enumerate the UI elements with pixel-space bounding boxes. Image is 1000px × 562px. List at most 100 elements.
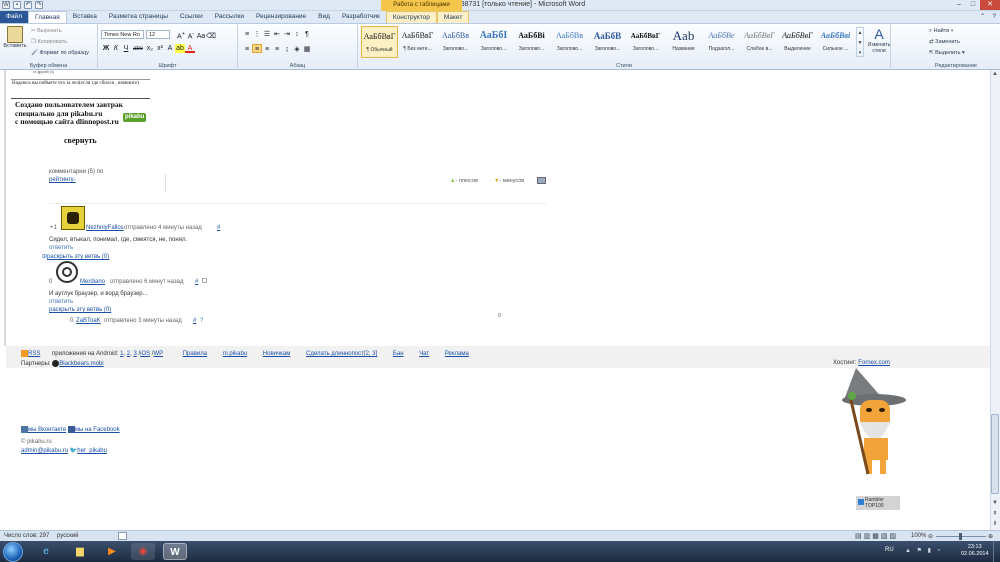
numbering-icon[interactable]: ⋮ bbox=[252, 30, 262, 39]
chat-link[interactable]: Чат bbox=[419, 351, 429, 357]
macro-record-icon[interactable] bbox=[118, 532, 127, 540]
shading-icon[interactable]: ◈ bbox=[292, 45, 302, 54]
style-heading-1[interactable]: АаБбВв Заголово... bbox=[437, 26, 474, 58]
tab-page-layout[interactable]: Разметка страницы bbox=[103, 11, 174, 23]
change-case-icon[interactable]: Aa bbox=[196, 32, 206, 41]
pilcrow-icon[interactable]: ¶ bbox=[302, 30, 312, 39]
input-language[interactable]: RU bbox=[885, 547, 894, 553]
prev-page-icon[interactable]: ⇞ bbox=[990, 510, 1000, 519]
rss-link[interactable]: RSS bbox=[28, 351, 40, 357]
minuses-filter[interactable]: ▼- минусов bbox=[494, 178, 524, 184]
word-count[interactable]: Число слов: 297 bbox=[4, 533, 49, 539]
tab-review[interactable]: Рецензирование bbox=[250, 11, 312, 23]
newbies-link[interactable]: Новичкам bbox=[263, 351, 291, 357]
ie-taskbar-icon[interactable]: e bbox=[34, 543, 58, 560]
expand-thread[interactable]: раскрыть эту ветвь (0) bbox=[49, 307, 111, 313]
font-color-icon[interactable]: A bbox=[185, 44, 195, 53]
chrome-taskbar-icon[interactable]: ◉ bbox=[131, 543, 155, 560]
tab-table-layout[interactable]: Макет bbox=[436, 11, 470, 23]
ribbon-minimize-icon[interactable]: ⌃ bbox=[977, 11, 988, 23]
vk-link[interactable]: мы Вконтакте bbox=[28, 427, 66, 433]
replace-button[interactable]: ⇄ Заменить bbox=[929, 39, 960, 45]
rules-link[interactable]: Правила bbox=[183, 351, 207, 357]
font-size-field[interactable]: 12 bbox=[146, 30, 170, 39]
increase-indent-icon[interactable]: ⇥ bbox=[282, 30, 292, 39]
tab-file[interactable]: Файл bbox=[0, 11, 28, 23]
underline-button[interactable]: Ч bbox=[121, 44, 131, 53]
tab-view[interactable]: Вид bbox=[312, 11, 336, 23]
word-taskbar-icon[interactable]: W bbox=[163, 543, 187, 560]
reply-link[interactable]: ответить bbox=[49, 245, 73, 251]
filter-image-icon[interactable] bbox=[537, 177, 546, 184]
style-heading-6[interactable]: АаБбВвГ Заголово... bbox=[627, 26, 664, 58]
comment-permalink[interactable]: # bbox=[217, 225, 220, 231]
longpost-numbers[interactable]: [2, 3] bbox=[364, 351, 377, 357]
tab-mailings[interactable]: Рассылки bbox=[209, 11, 250, 23]
ban-link[interactable]: Бан bbox=[393, 351, 404, 357]
style-emphasis[interactable]: АаБбВвГ Выделение bbox=[779, 26, 816, 58]
align-right-icon[interactable]: ≡ bbox=[262, 45, 272, 54]
explorer-taskbar-icon[interactable]: ▆ bbox=[68, 543, 92, 560]
ads-link[interactable]: Реклама bbox=[445, 351, 469, 357]
comment-author[interactable]: NezhniyFallos bbox=[86, 225, 124, 231]
android-app-1[interactable]: 1 bbox=[120, 351, 123, 357]
comment-permalink[interactable]: # bbox=[193, 318, 196, 324]
find-button[interactable]: ⌕ Найти ▾ bbox=[929, 28, 953, 35]
style-title[interactable]: Aab Название bbox=[665, 26, 702, 58]
partner-link[interactable]: Blackbears.mobi bbox=[59, 361, 103, 367]
email-link[interactable]: admin@pikabu.ru bbox=[21, 448, 68, 454]
avatar[interactable] bbox=[56, 261, 78, 283]
strikethrough-button[interactable]: abe bbox=[131, 45, 145, 54]
collapse-link[interactable]: свернуть bbox=[64, 136, 97, 145]
pluses-filter[interactable]: ▲- плюсов bbox=[450, 178, 478, 184]
style-normal[interactable]: АаБбВвГ ¶ Обычный bbox=[361, 26, 398, 58]
avatar[interactable] bbox=[61, 206, 85, 230]
facebook-link[interactable]: мы на Facebook bbox=[75, 427, 120, 433]
cut-button[interactable]: ✂ Вырезать bbox=[31, 28, 62, 34]
styles-scroll[interactable]: ▲ ▼ ▾ bbox=[856, 27, 864, 57]
next-page-icon[interactable]: ⇟ bbox=[990, 520, 1000, 529]
view-mode-icons[interactable]: ▤▥▦▧▨ bbox=[855, 532, 898, 540]
expand-thread[interactable]: ⊞раскрыть эту ветвь (0) bbox=[42, 253, 109, 260]
zoom-in-icon[interactable]: ⊕ bbox=[988, 533, 993, 540]
style-no-spacing[interactable]: АаБбВвГ ¶ Без инте... bbox=[399, 26, 436, 58]
comment-checkbox-icon[interactable] bbox=[202, 278, 207, 283]
start-button[interactable] bbox=[3, 542, 23, 562]
comment-permalink[interactable]: # bbox=[195, 279, 198, 285]
paste-button[interactable]: Вставить bbox=[3, 26, 27, 49]
wp-link[interactable]: WP bbox=[153, 351, 163, 357]
font-name-field[interactable]: Times New Ro bbox=[101, 30, 144, 39]
zoom-level[interactable]: 100% bbox=[911, 533, 926, 539]
minimize-button[interactable]: – bbox=[952, 0, 966, 10]
scroll-down-icon[interactable]: ▼ bbox=[990, 500, 1000, 509]
style-heading-5[interactable]: АаБбВ Заголово... bbox=[589, 26, 626, 58]
close-button[interactable]: ✕ bbox=[980, 0, 1000, 10]
help-icon[interactable]: ? bbox=[988, 11, 1000, 23]
mobile-link[interactable]: m.pikabu bbox=[223, 351, 247, 357]
android-app-3[interactable]: 3 bbox=[133, 351, 136, 357]
line-spacing-icon[interactable]: ↨ bbox=[282, 45, 292, 54]
android-app-2[interactable]: 2 bbox=[127, 351, 130, 357]
twitter-link[interactable]: her_pikabu bbox=[77, 448, 107, 454]
subscript-icon[interactable]: x₂ bbox=[145, 44, 155, 53]
align-center-icon[interactable]: ≡ bbox=[252, 44, 262, 53]
justify-icon[interactable]: ≡ bbox=[272, 45, 282, 54]
text-effects-icon[interactable]: A bbox=[165, 44, 175, 53]
clock[interactable]: 23:13 02.06.2014 bbox=[961, 544, 989, 558]
scrollbar-thumb[interactable] bbox=[991, 414, 999, 494]
sort-icon[interactable]: ↕ bbox=[292, 30, 302, 39]
zoom-out-icon[interactable]: ⊖ bbox=[928, 533, 933, 540]
multilevel-icon[interactable]: ☰ bbox=[262, 30, 272, 39]
style-intense-emphasis[interactable]: АаБбВві Сильное ... bbox=[817, 26, 854, 58]
comment-author[interactable]: ZaBToaK bbox=[76, 318, 101, 324]
highlight-icon[interactable]: ab bbox=[175, 44, 185, 53]
shrink-font-icon[interactable]: A- bbox=[186, 30, 196, 40]
align-left-icon[interactable]: ≡ bbox=[242, 45, 252, 54]
change-styles-button[interactable]: A Изменить стили bbox=[866, 26, 892, 54]
tab-insert[interactable]: Вставка bbox=[67, 11, 103, 23]
grow-font-icon[interactable]: A+ bbox=[176, 30, 186, 40]
style-subtle-emphasis[interactable]: АаБбВвГ Слабое в... bbox=[741, 26, 778, 58]
decrease-indent-icon[interactable]: ⇤ bbox=[272, 30, 282, 39]
clear-format-icon[interactable]: ⌫ bbox=[206, 32, 216, 41]
scroll-up-icon[interactable]: ▲ bbox=[990, 71, 1000, 80]
